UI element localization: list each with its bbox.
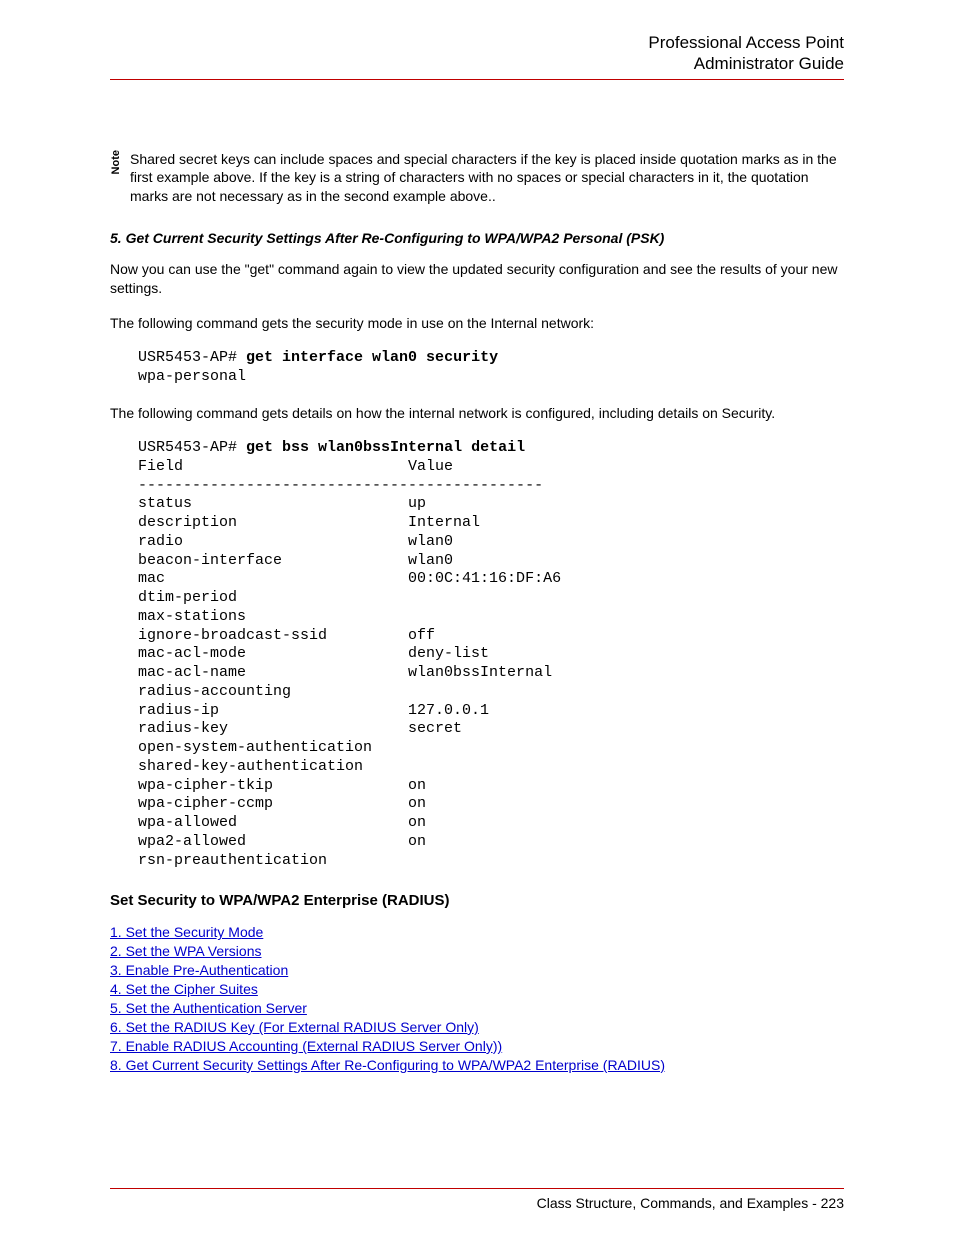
section-5-para-3: The following command gets details on ho… bbox=[110, 404, 844, 423]
section-5-para-2: The following command gets the security … bbox=[110, 314, 844, 333]
code-command: get bss wlan0bssInternal detail bbox=[246, 439, 525, 456]
code-block-2: USR5453-AP# get bss wlan0bssInternal det… bbox=[138, 439, 844, 870]
footer-text: Class Structure, Commands, and Examples … bbox=[537, 1195, 844, 1211]
link-set-cipher-suites[interactable]: 4. Set the Cipher Suites bbox=[110, 980, 258, 999]
link-set-security-mode[interactable]: 1. Set the Security Mode bbox=[110, 923, 263, 942]
code-prompt: USR5453-AP# bbox=[138, 349, 246, 366]
page-header: Professional Access Point Administrator … bbox=[110, 32, 844, 80]
code-output-table: Field Value ----------------------------… bbox=[138, 458, 561, 869]
code-output: wpa-personal bbox=[138, 368, 246, 385]
note-text: Shared secret keys can include spaces an… bbox=[130, 150, 844, 207]
enterprise-heading: Set Security to WPA/WPA2 Enterprise (RAD… bbox=[110, 892, 844, 909]
link-set-radius-key[interactable]: 6. Set the RADIUS Key (For External RADI… bbox=[110, 1018, 479, 1037]
note-block: Note Shared secret keys can include spac… bbox=[110, 150, 844, 207]
enterprise-link-list: 1. Set the Security Mode 2. Set the WPA … bbox=[110, 923, 844, 1074]
page-footer: Class Structure, Commands, and Examples … bbox=[110, 1188, 844, 1211]
link-enable-radius-accounting[interactable]: 7. Enable RADIUS Accounting (External RA… bbox=[110, 1037, 502, 1056]
note-label: Note bbox=[110, 150, 122, 176]
section-5-heading: 5. Get Current Security Settings After R… bbox=[110, 230, 844, 246]
document-page: Professional Access Point Administrator … bbox=[0, 0, 954, 1235]
section-5-para-1: Now you can use the "get" command again … bbox=[110, 260, 844, 298]
link-enable-pre-auth[interactable]: 3. Enable Pre-Authentication bbox=[110, 961, 288, 980]
link-set-wpa-versions[interactable]: 2. Set the WPA Versions bbox=[110, 942, 261, 961]
code-block-1: USR5453-AP# get interface wlan0 security… bbox=[138, 349, 844, 387]
header-line-2: Administrator Guide bbox=[110, 53, 844, 74]
code-command: get interface wlan0 security bbox=[246, 349, 498, 366]
link-get-current-security[interactable]: 8. Get Current Security Settings After R… bbox=[110, 1056, 665, 1075]
code-prompt: USR5453-AP# bbox=[138, 439, 246, 456]
header-line-1: Professional Access Point bbox=[110, 32, 844, 53]
link-set-auth-server[interactable]: 5. Set the Authentication Server bbox=[110, 999, 307, 1018]
